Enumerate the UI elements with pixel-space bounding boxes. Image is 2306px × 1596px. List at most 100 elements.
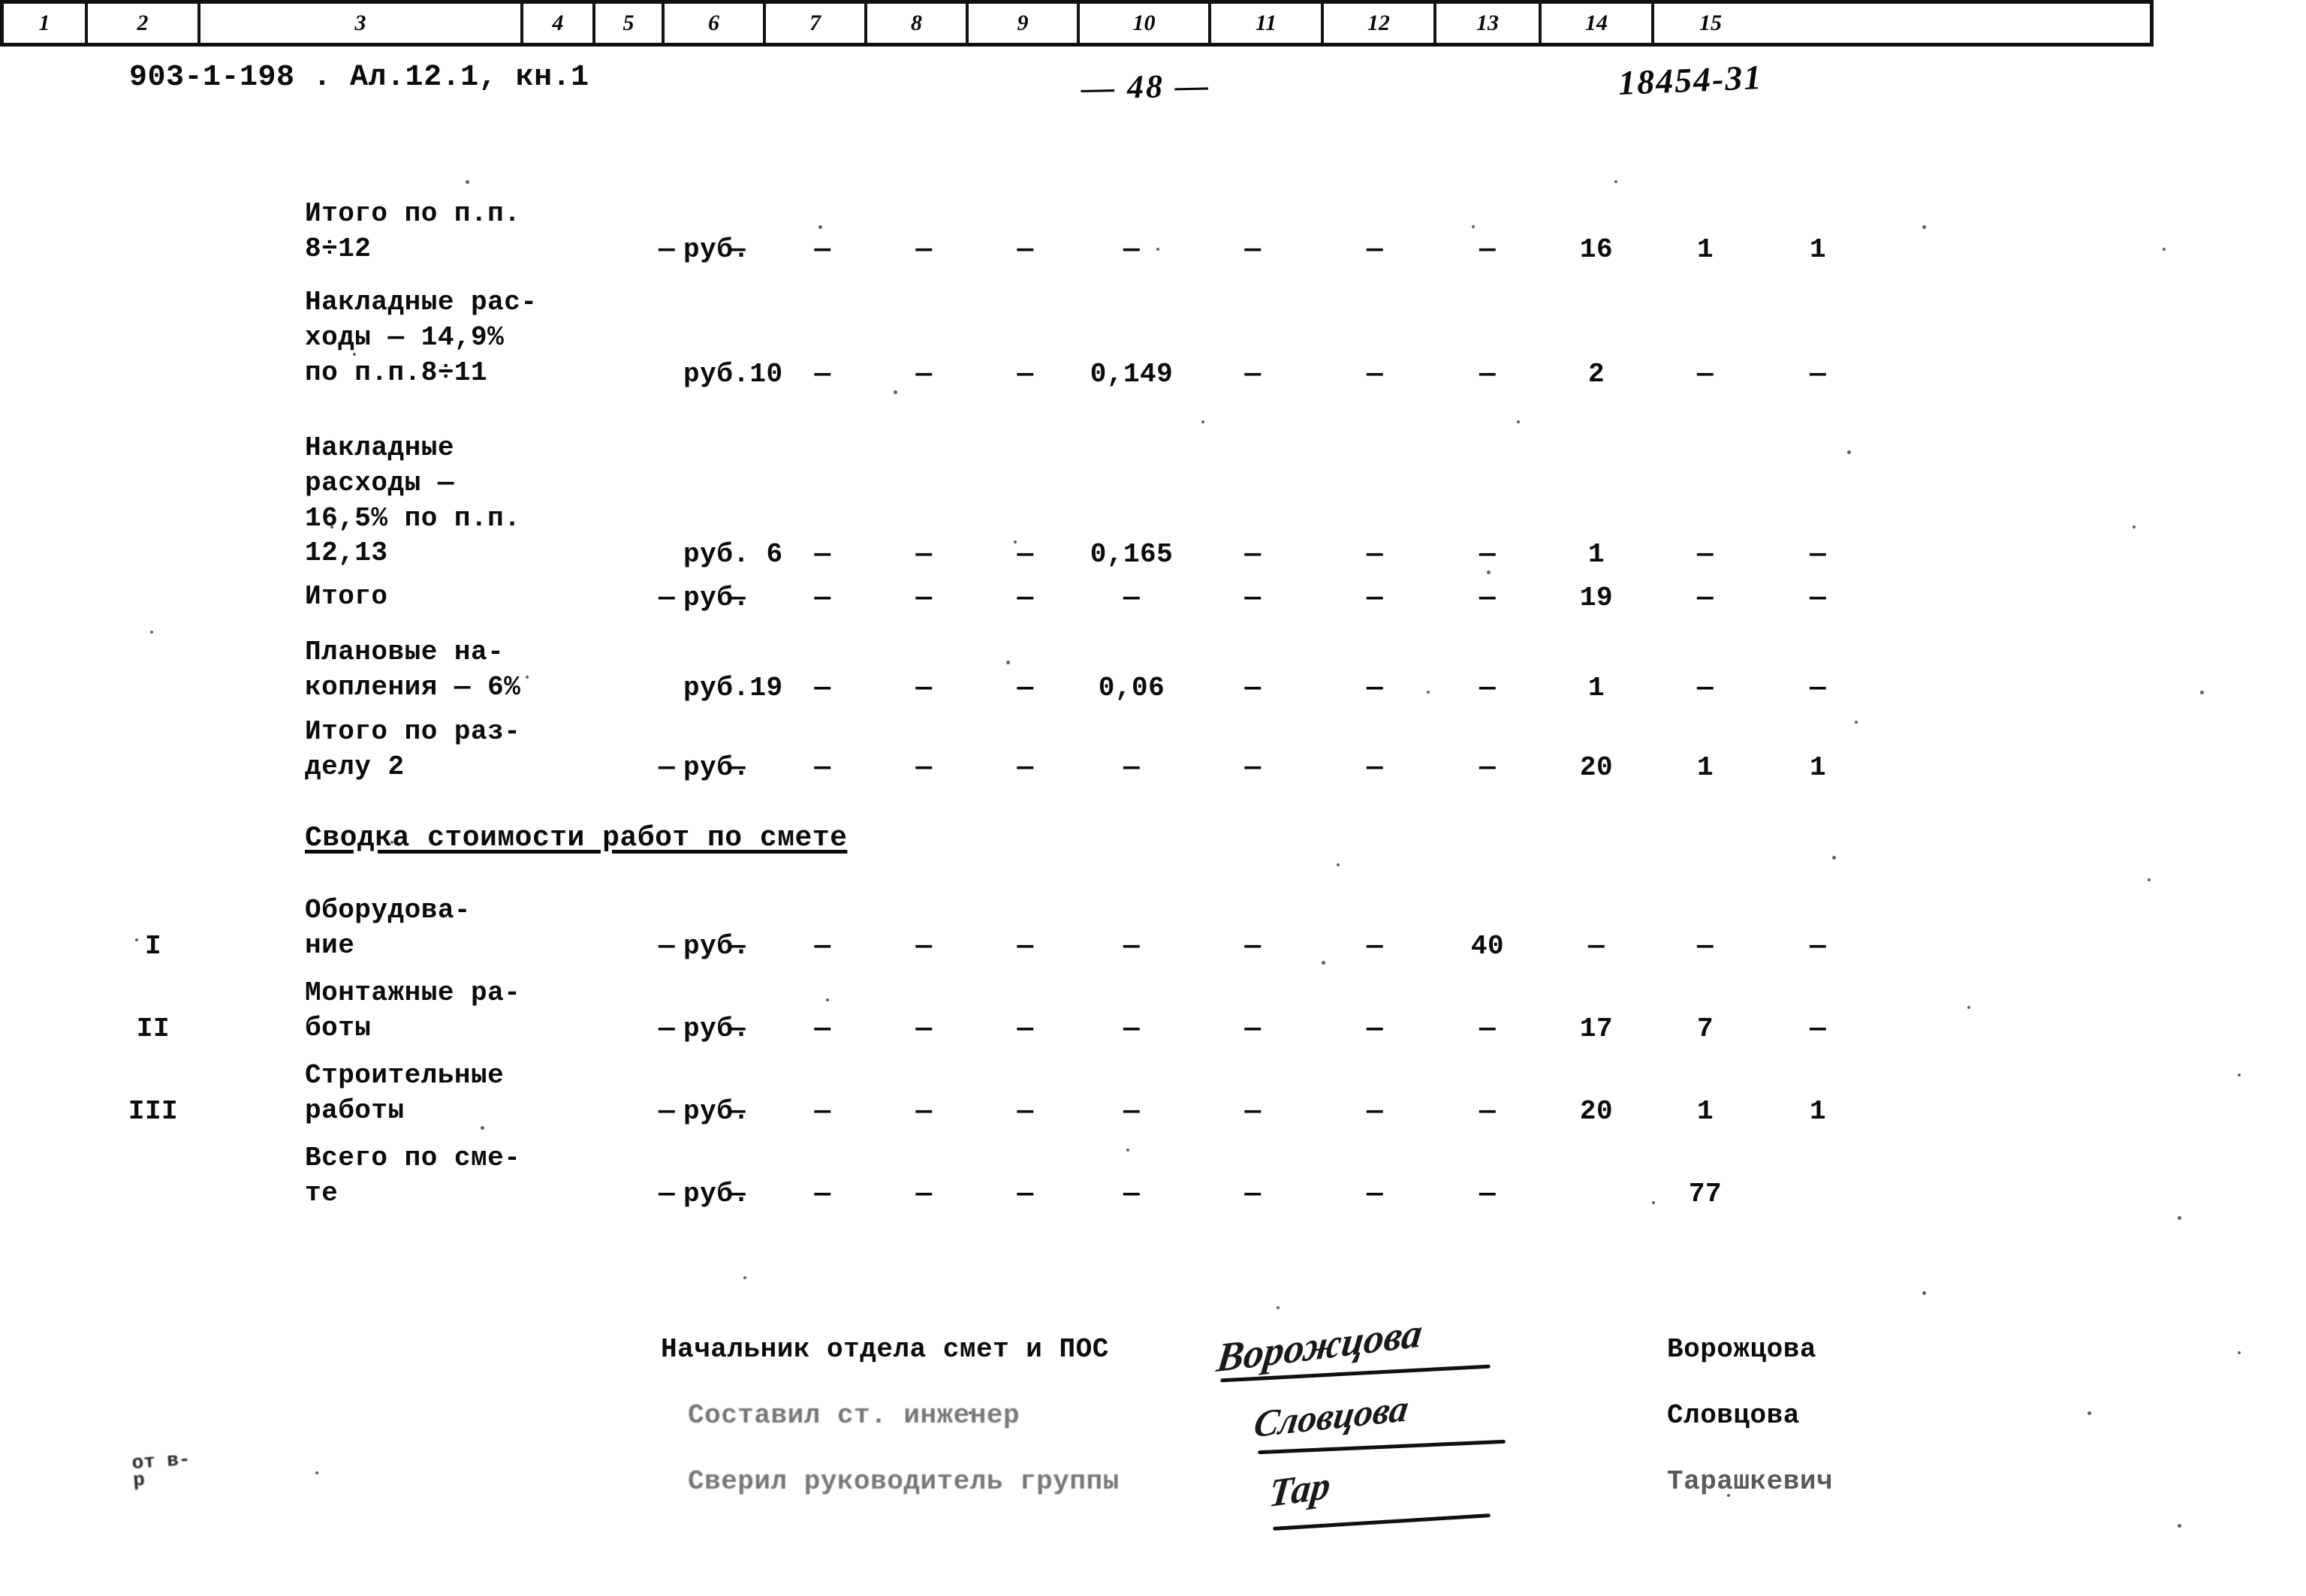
scan-speckle: [1855, 721, 1858, 724]
archive-code-handwritten: 18454-31: [1617, 57, 1764, 103]
table-row: Всего по сме- те руб. — — — — — — — —77: [111, 1141, 2265, 1224]
scan-speckle: [969, 1411, 972, 1414]
column-number-12: 12: [1324, 4, 1436, 43]
row-roman-index: II: [136, 1013, 170, 1044]
row-description: Накладные расходы — 16,5% по п.п. 12,13: [305, 432, 521, 569]
signature-role: Сверил руководитель группы: [688, 1466, 1120, 1497]
page-number: — 48 —: [1081, 67, 1211, 107]
column-number-4: 4: [523, 4, 595, 43]
table-row: Накладные расходы — 16,5% по п.п. 12,13 р…: [111, 431, 2265, 570]
scan-speckle: [1487, 571, 1491, 574]
signature-scribble: Тар: [1267, 1463, 1333, 1516]
column-number-14: 14: [1542, 4, 1654, 43]
scan-speckle: [150, 631, 153, 634]
cell-col-4: —: [658, 752, 676, 783]
scan-speckle: [1337, 863, 1340, 866]
scan-speckle: [1727, 1494, 1730, 1497]
row-description: Плановые на- копления — 6%: [305, 637, 521, 703]
column-number-15: 15: [1699, 11, 1722, 35]
column-number-10: 10: [1080, 4, 1211, 43]
row-description: Итого по раз- делу 2: [305, 716, 521, 782]
signature-row: Сверил руководитель группы Тар Тарашкевич: [661, 1463, 2012, 1531]
table-row: Итого по раз- делу 2 руб. — — — — — — — —20 1 1: [111, 715, 2265, 797]
scan-speckle: [743, 1276, 746, 1279]
signatory-name: Тарашкевич: [1667, 1466, 1834, 1497]
row-description: Всего по сме- те: [305, 1143, 521, 1209]
scan-speckle: [2087, 1411, 2091, 1415]
cell-col-15: —: [1809, 539, 1827, 570]
scan-speckle: [1472, 225, 1475, 228]
cell-col-12: —: [1479, 1179, 1497, 1209]
signature-underline-stroke: [1273, 1513, 1491, 1531]
scan-speckle: [1006, 661, 1010, 664]
table-row: Плановые на- копления — 6% руб.19— — —0,06—…: [111, 635, 2265, 718]
table-row: Накладные рас- ходы — 14,9% по п.п.8÷11 р…: [111, 285, 2265, 390]
scan-speckle: [1967, 1006, 1970, 1009]
cell-col-15: —: [1809, 583, 1827, 613]
scan-speckle: [330, 525, 333, 528]
row-roman-index: III: [128, 1096, 179, 1127]
scan-speckle: [2163, 248, 2166, 251]
row-description: Накладные рас- ходы — 14,9% по п.п.8÷11: [305, 287, 538, 388]
scan-speckle: [2178, 1524, 2181, 1528]
scan-speckle: [390, 841, 393, 844]
scan-speckle: [818, 225, 822, 229]
column-number-3: 3: [200, 4, 523, 43]
row-description: Монтажные ра- боты: [305, 977, 521, 1043]
scan-speckle: [1922, 225, 1926, 229]
archive-stamp-smudge: от в-р: [131, 1447, 191, 1492]
scan-speckle: [2238, 1074, 2241, 1077]
table-row: Итого по п.п. 8÷12 руб. — — — — — — — —16 1 1: [111, 197, 2265, 279]
cell-col-4: —: [658, 1179, 676, 1209]
cell-col-15: 1: [1809, 1096, 1827, 1127]
cell-col-4: —: [658, 1013, 676, 1044]
cell-col-4: —: [658, 583, 676, 613]
signature-row: Начальник отдела смет и ПОС Ворожцова Воро…: [661, 1310, 2012, 1396]
row-description: Итого по п.п. 8÷12: [305, 198, 521, 264]
scan-speckle: [1922, 1291, 1926, 1295]
scan-speckle: [1614, 180, 1617, 183]
scan-speckle: [1427, 691, 1430, 694]
scan-speckle: [315, 1471, 318, 1474]
column-number-11: 11: [1211, 4, 1324, 43]
row-roman-index: I: [144, 931, 162, 962]
scan-speckle: [2178, 1216, 2181, 1220]
scan-speckle: [1322, 961, 1325, 965]
row-description: Итого: [305, 581, 388, 612]
column-number-9: 9: [969, 4, 1080, 43]
scan-speckle: [466, 180, 469, 184]
section-title-svodka: Сводка стоимости работ по смете: [305, 822, 848, 854]
scan-speckle: [1832, 856, 1836, 860]
scan-speckle: [1156, 248, 1159, 251]
cell-col-15: 1: [1809, 752, 1827, 783]
scan-speckle: [1847, 450, 1851, 454]
cell-col-14: 77: [1688, 1179, 1723, 1209]
table-row: I Оборудова- ние руб. — — — — — — —40— — —: [111, 893, 2265, 976]
column-number-8: 8: [867, 4, 969, 43]
scan-speckle: [526, 676, 529, 679]
column-number-header-row: 1 2 3 4 5 6 7 8 9 10 11 12 13 14 15: [0, 0, 2154, 47]
column-number-5: 5: [595, 4, 665, 43]
cell-col-15: 1: [1809, 234, 1827, 265]
column-number-1: 1: [4, 4, 88, 43]
cell-col-4: —: [658, 234, 676, 265]
row-description: Строительные работы: [305, 1060, 505, 1126]
signature-underline-stroke: [1258, 1439, 1506, 1455]
row-description: Оборудова- ние: [305, 895, 472, 961]
scan-speckle: [1126, 1149, 1129, 1152]
scan-speckle: [1652, 1201, 1655, 1204]
signatory-name: Ворожцова: [1667, 1334, 1816, 1365]
document-code-header: 903-1-198 . Ал.12.1, кн.1: [129, 61, 589, 95]
scan-speckle: [1201, 420, 1204, 423]
scan-speckle: [1277, 1306, 1280, 1309]
cell-col-15: —: [1809, 673, 1827, 703]
column-number-13: 13: [1436, 4, 1542, 43]
signatory-name: Словцова: [1667, 1400, 1800, 1431]
cell-col-15: —: [1809, 359, 1827, 390]
table-row: III Строительные работы руб. — — — — — — — —20 1 1: [111, 1058, 2265, 1141]
cell-col-15: —: [1809, 1013, 1827, 1044]
scan-speckle: [135, 938, 138, 941]
table-row: II Монтажные ра- боты руб. — — — — — — — —17 7—: [111, 976, 2265, 1058]
scan-speckle: [826, 998, 829, 1001]
signature-underline-stroke: [1220, 1364, 1491, 1383]
